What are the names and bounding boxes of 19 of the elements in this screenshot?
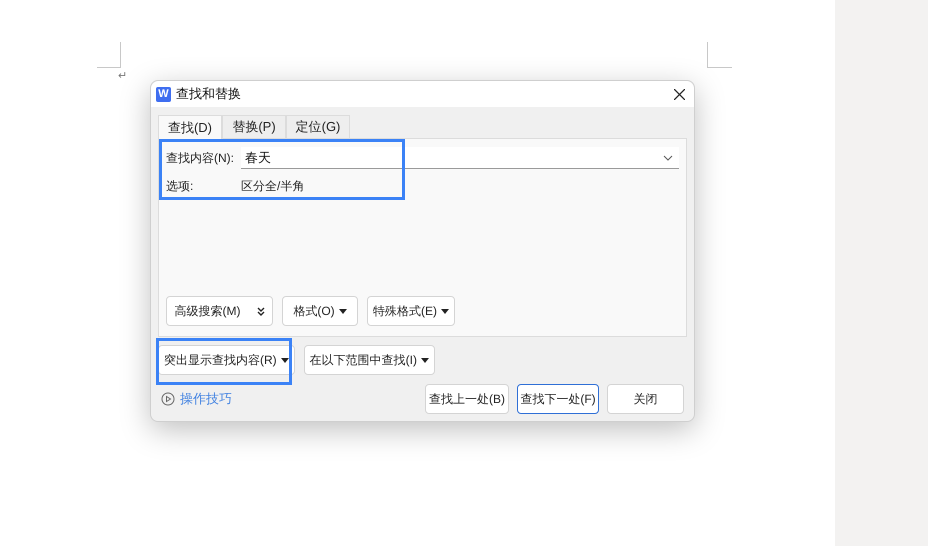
tab[interactable]: 查找(D) [158,115,222,139]
action-button[interactable]: 查找下一处(F) [517,384,599,414]
find-input-field[interactable]: 春天 [241,147,679,169]
tab[interactable]: 定位(G) [286,115,350,138]
options-label: 选项: [166,178,194,195]
tab[interactable]: 替换(P) [222,115,286,138]
dropdown-button[interactable]: 特殊格式(E) [367,296,455,326]
window-title: 查找和替换 [176,85,241,104]
find-input-value: 春天 [245,148,271,167]
paragraph-mark: ↵ [118,71,127,82]
dropdown-button[interactable]: 高级搜索(M) [166,296,273,326]
action-button[interactable]: 关闭 [607,384,684,414]
dropdown-button[interactable]: 在以下范围中查找(I) [304,345,435,375]
options-value: 区分全/半角 [241,178,304,195]
action-button[interactable]: 查找上一处(B) [425,384,509,414]
dropdown-button[interactable]: 突出显示查找内容(R) [158,345,295,375]
dropdown-button[interactable]: 格式(O) [282,296,358,326]
field-label: 查找内容(N): [166,150,235,167]
app-icon: W [156,86,171,102]
